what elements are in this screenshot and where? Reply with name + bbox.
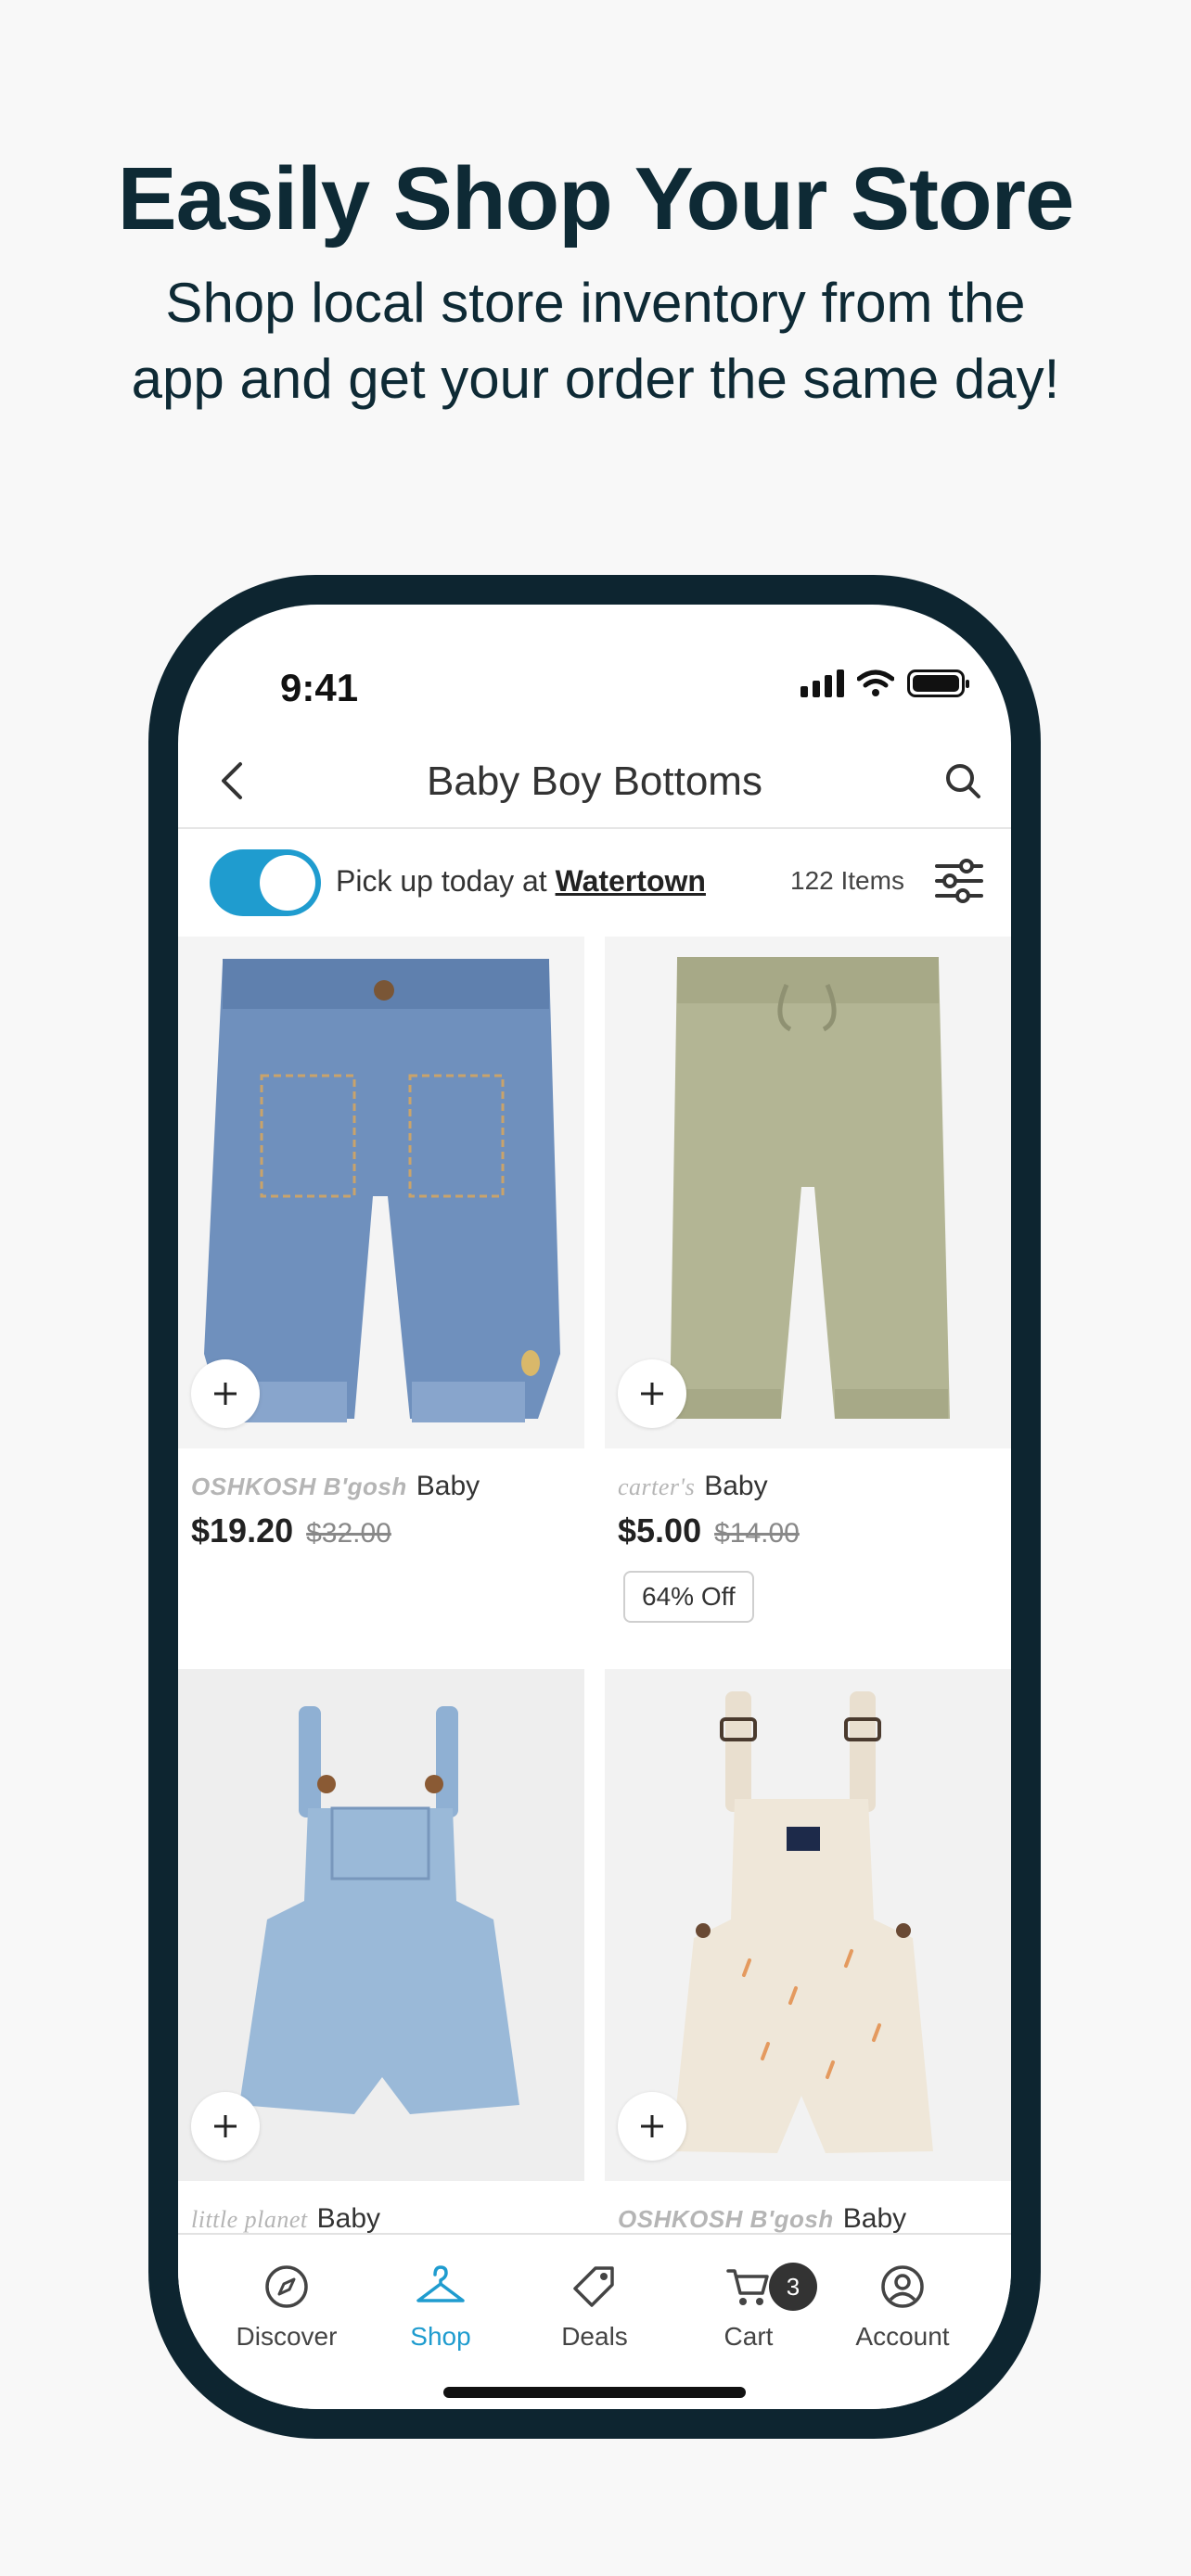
status-time: 9:41	[280, 666, 359, 709]
plus-icon	[214, 2115, 237, 2137]
gender-label: Baby	[316, 2203, 381, 2234]
hanger-icon	[416, 2265, 465, 2302]
brand-name: OSHKOSH B'gosh	[191, 1473, 407, 1500]
product-image[interactable]	[178, 937, 584, 1448]
product-card[interactable]: OSHKOSH B'gosh Baby $19.20 $32.00	[178, 937, 584, 1550]
product-image[interactable]	[178, 1669, 584, 2181]
tab-label: Discover	[236, 2322, 338, 2351]
home-indicator	[443, 2387, 746, 2398]
add-to-cart-button[interactable]	[618, 2092, 686, 2161]
pickup-label: Pick up today at Watertown	[336, 864, 706, 899]
gender-label: Baby	[842, 2203, 907, 2234]
price-line: $5.00 $14.00	[618, 1511, 1011, 1550]
brand-name: carter's	[618, 1473, 696, 1500]
brand-line: OSHKOSH B'gosh Baby	[191, 1471, 584, 1502]
pickup-filter-row: Pick up today at Watertown 122 Items	[178, 831, 1011, 935]
brand-line: little planet Baby	[191, 2203, 584, 2235]
product-card[interactable]: OSHKOSH B'gosh Baby	[605, 1669, 1011, 2235]
promo-headline: Easily Shop Your Store	[117, 149, 1075, 249]
price-line: $19.20 $32.00	[191, 1511, 584, 1550]
tab-deals[interactable]: Deals	[518, 2261, 672, 2352]
compass-icon	[265, 2265, 308, 2308]
plus-icon	[214, 1383, 237, 1405]
gender-label: Baby	[704, 1471, 768, 1501]
top-navigation-bar: Baby Boy Bottoms	[178, 734, 1011, 829]
search-icon	[946, 764, 980, 798]
tab-account[interactable]: Account	[826, 2261, 980, 2352]
add-to-cart-button[interactable]	[618, 1359, 686, 1428]
sliders-icon	[935, 859, 983, 903]
status-icons	[800, 670, 969, 697]
cart-count-badge: 3	[769, 2263, 817, 2311]
plus-icon	[641, 1383, 663, 1405]
wifi-icon	[857, 670, 894, 696]
phone-frame: 9:41 Baby Boy Bottoms Pick up today at W…	[148, 575, 1041, 2439]
phone-screen: 9:41 Baby Boy Bottoms Pick up today at W…	[178, 605, 1011, 2409]
plus-icon	[641, 2115, 663, 2137]
search-button[interactable]	[937, 755, 989, 807]
tab-label: Deals	[561, 2322, 628, 2351]
original-price: $14.00	[714, 1518, 800, 1549]
promo-subline-line-1: Shop local store inventory from the	[165, 272, 1026, 334]
cart-icon	[726, 2269, 769, 2305]
gender-label: Baby	[416, 1471, 480, 1501]
tab-discover[interactable]: Discover	[210, 2261, 364, 2352]
add-to-cart-button[interactable]	[191, 1359, 260, 1428]
tab-shop[interactable]: Shop	[364, 2261, 518, 2352]
bottom-tab-bar: Discover Shop Deals 3 Cart Account	[178, 2233, 1011, 2409]
tab-label: Account	[855, 2322, 950, 2351]
add-to-cart-button[interactable]	[191, 2092, 260, 2161]
product-card[interactable]: little planet Baby	[178, 1669, 584, 2235]
tab-label: Shop	[410, 2322, 471, 2351]
tab-cart[interactable]: 3 Cart	[672, 2261, 826, 2352]
item-count: 122 Items	[790, 866, 904, 895]
product-image[interactable]	[605, 937, 1011, 1448]
product-image[interactable]	[605, 1669, 1011, 2181]
pickup-prefix: Pick up today at	[336, 864, 556, 898]
brand-line: carter's Baby	[618, 1471, 1011, 1502]
store-link[interactable]: Watertown	[556, 864, 706, 898]
tab-label: Cart	[724, 2322, 774, 2351]
filter-button[interactable]	[931, 853, 987, 909]
cellular-signal-icon	[800, 670, 844, 697]
sale-price: $5.00	[618, 1511, 702, 1549]
account-icon	[881, 2265, 924, 2308]
promo-subline-line-2: app and get your order the same day!	[131, 348, 1060, 410]
pickup-today-toggle[interactable]	[210, 849, 321, 916]
brand-line: OSHKOSH B'gosh Baby	[618, 2203, 1011, 2235]
promo-subline: Shop local store inventory from the app …	[0, 265, 1191, 417]
page-title: Baby Boy Bottoms	[427, 759, 762, 804]
brand-name: little planet	[191, 2206, 308, 2233]
discount-badge: 64% Off	[623, 1571, 754, 1623]
product-card[interactable]: carter's Baby $5.00 $14.00 64% Off	[605, 937, 1011, 1623]
brand-name: OSHKOSH B'gosh	[618, 2205, 834, 2233]
tag-icon	[573, 2266, 614, 2307]
original-price: $32.00	[306, 1518, 391, 1549]
sale-price: $19.20	[191, 1511, 294, 1549]
battery-icon	[907, 670, 969, 697]
